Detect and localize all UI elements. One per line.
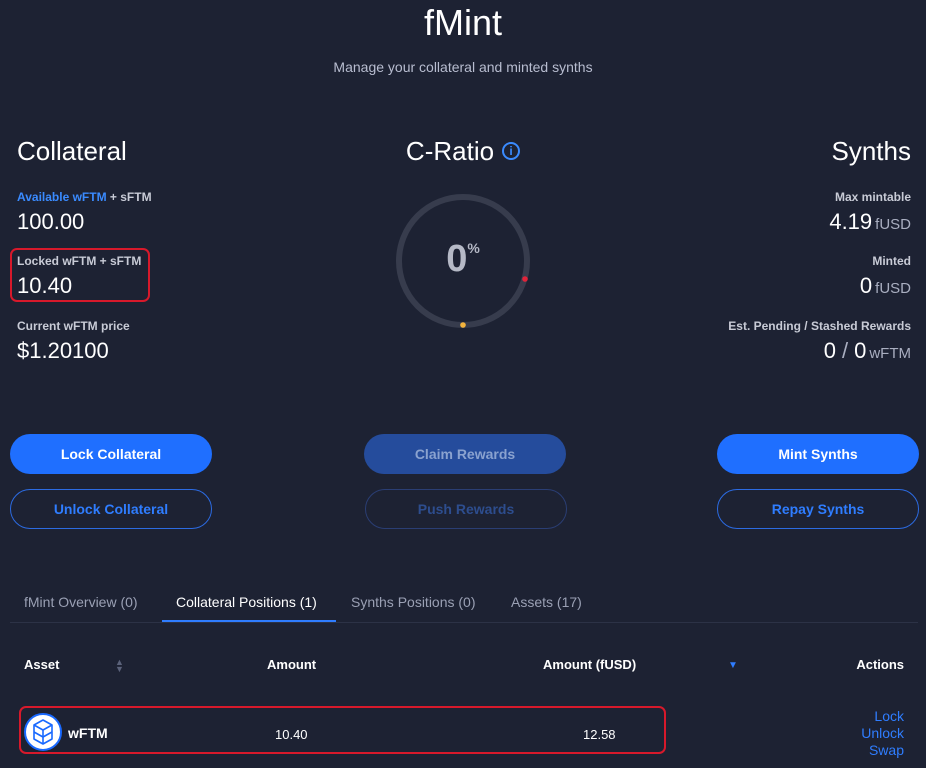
gauge-marker-yellow	[460, 322, 466, 328]
tab-label: Synths Positions	[351, 594, 455, 610]
c-ratio-title: C-Ratio	[405, 136, 495, 166]
row-action-unlock[interactable]: Unlock	[861, 725, 904, 741]
available-wftm-label: Available wFTM	[17, 190, 107, 204]
tab-count: (0)	[120, 594, 138, 610]
tab-label: fMint Overview	[24, 594, 117, 610]
minted-label: Minted	[872, 254, 911, 268]
rewards-value: 0/0 wFTM	[824, 338, 911, 364]
column-header-actions: Actions	[856, 657, 904, 672]
rewards-pending: 0	[823, 338, 836, 363]
max-mintable-label: Max mintable	[834, 190, 911, 204]
info-icon[interactable]: i	[502, 142, 521, 161]
unlock-collateral-button[interactable]: Unlock Collateral	[10, 489, 212, 529]
repay-synths-button[interactable]: Repay Synths	[717, 489, 919, 529]
tab-count: (0)	[458, 594, 476, 610]
locked-collateral-highlight	[10, 248, 150, 302]
tab-label: Assets	[511, 594, 554, 610]
claim-rewards-button[interactable]: Claim Rewards	[364, 434, 566, 474]
row-asset-name: wFTM	[68, 725, 108, 741]
c-ratio-value: 0%	[392, 238, 534, 281]
sort-caret-down-icon[interactable]: ▼	[728, 660, 738, 671]
position-row-highlight	[19, 706, 666, 754]
rewards-unit: wFTM	[869, 345, 911, 362]
wftm-token-icon	[24, 713, 62, 751]
column-header-asset[interactable]: Asset	[24, 657, 59, 672]
c-ratio-heading: C-Ratio i	[380, 136, 546, 167]
row-amount: 10.40	[275, 727, 308, 742]
column-header-amount[interactable]: Amount	[267, 657, 316, 672]
tab-label: Collateral Positions	[176, 594, 296, 610]
active-tab-indicator	[162, 620, 336, 622]
fantom-logo-icon	[33, 719, 53, 745]
max-mintable-number: 4.19	[829, 209, 873, 234]
available-collateral-value: 100.00	[17, 209, 85, 234]
fmint-app: fMint Manage your collateral and minted …	[0, 0, 926, 768]
row-amount-fusd: 12.58	[583, 727, 616, 742]
push-rewards-button[interactable]: Push Rewards	[365, 489, 567, 529]
c-ratio-number: 0	[446, 238, 468, 280]
c-ratio-unit: %	[467, 240, 480, 256]
page-title: fMint	[423, 2, 502, 43]
tab-collateral-positions[interactable]: Collateral Positions (1)	[176, 594, 317, 610]
row-action-swap[interactable]: Swap	[869, 742, 904, 758]
rewards-stashed: 0	[854, 338, 867, 363]
tab-synths-positions[interactable]: Synths Positions (0)	[351, 594, 476, 610]
rewards-label: Est. Pending / Stashed Rewards	[728, 319, 911, 333]
tabs-divider	[10, 622, 918, 623]
synths-heading: Synths	[831, 136, 912, 166]
tab-count: (17)	[556, 594, 582, 610]
lock-collateral-button[interactable]: Lock Collateral	[10, 434, 212, 474]
minted-unit: fUSD	[875, 280, 911, 297]
available-sftm-label: + sFTM	[106, 190, 152, 204]
max-mintable-value: 4.19 fUSD	[829, 209, 911, 235]
tab-assets[interactable]: Assets (17)	[511, 594, 582, 610]
minted-value: 0 fUSD	[860, 273, 911, 299]
mint-synths-button[interactable]: Mint Synths	[717, 434, 919, 474]
tab-count: (1)	[299, 594, 317, 610]
wftm-price-value: $1.20100	[17, 338, 109, 363]
page-subtitle: Manage your collateral and minted synths	[333, 59, 593, 75]
sort-icon[interactable]: ▲ ▼	[115, 658, 124, 674]
available-collateral-label: Available wFTM + sFTM	[17, 190, 152, 204]
row-action-lock[interactable]: Lock	[874, 708, 904, 724]
wftm-price-label: Current wFTM price	[17, 319, 130, 333]
rewards-separator: /	[841, 338, 849, 363]
max-mintable-unit: fUSD	[875, 216, 911, 233]
minted-number: 0	[859, 273, 873, 298]
column-header-amount-fusd[interactable]: Amount (fUSD)	[543, 657, 636, 672]
collateral-heading: Collateral	[17, 136, 127, 166]
tab-fmint-overview[interactable]: fMint Overview (0)	[24, 594, 138, 610]
